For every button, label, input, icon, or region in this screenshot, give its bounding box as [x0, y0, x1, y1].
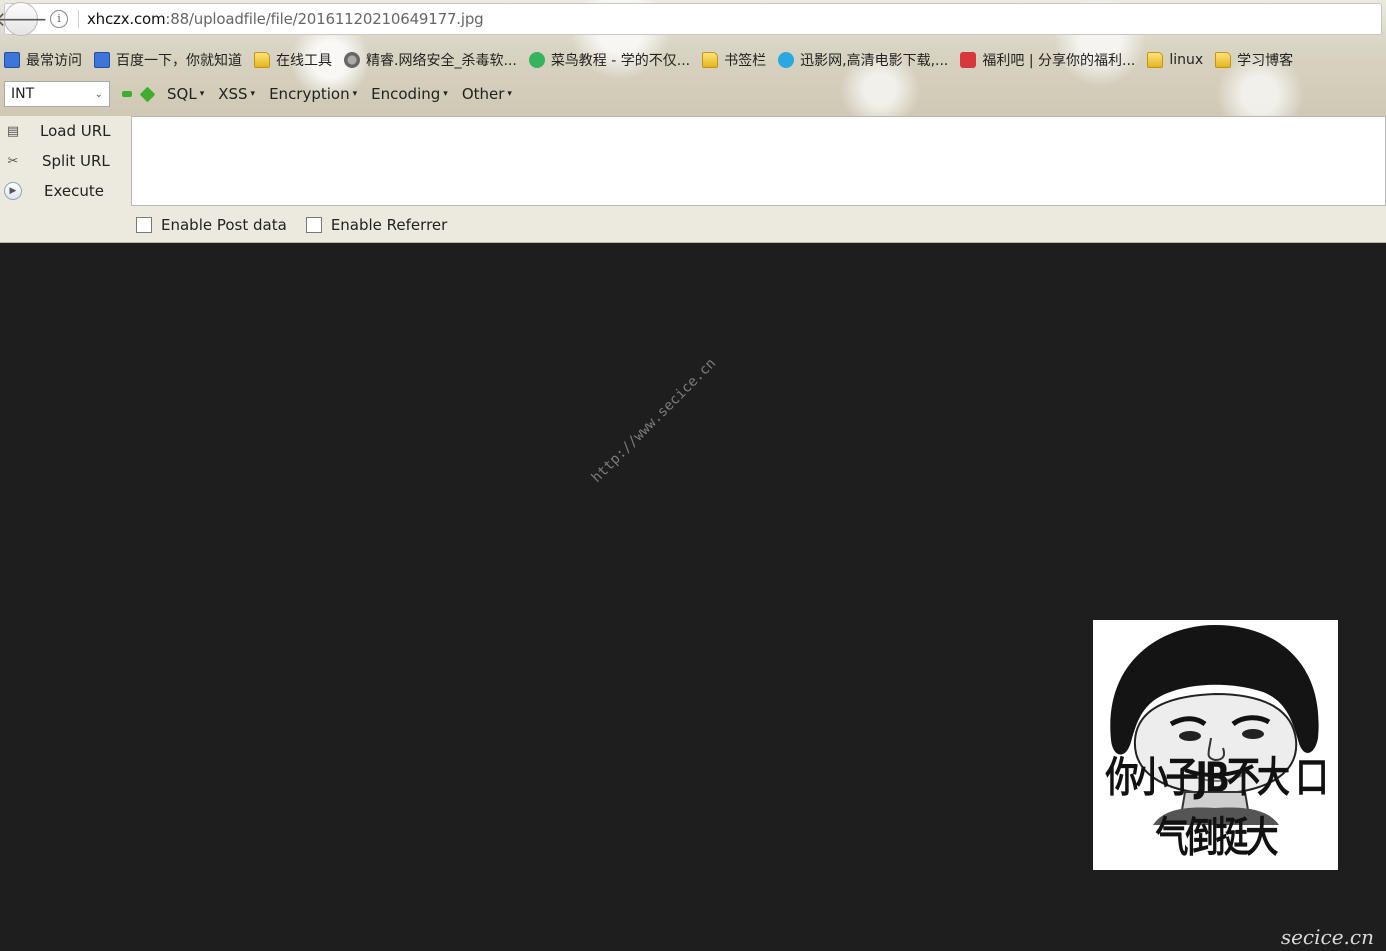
bookmark-item[interactable]: 最常访问 — [4, 50, 82, 70]
caret-down-icon: ▾ — [443, 89, 448, 99]
menu-sql[interactable]: SQL ▾ — [167, 85, 204, 103]
enable-post-label: Enable Post data — [161, 216, 287, 234]
xunying-icon — [778, 52, 795, 68]
bookmark-label: 福利吧 | 分享你的福利... — [982, 53, 1136, 69]
url-text[interactable]: xhczx.com:88/uploadfile/file/20161120210… — [87, 10, 484, 28]
browser-chrome: 🡐 i xhczx.com:88/uploadfile/file/2016112… — [0, 0, 1386, 116]
caret-down-icon: ▾ — [352, 89, 358, 99]
bookmark-label: linux — [1169, 52, 1204, 68]
bookmark-folder[interactable]: 书签栏 — [702, 50, 766, 70]
bookmark-label: 精睿.网络安全_杀毒软... — [366, 53, 517, 69]
bookmark-label: 在线工具 — [276, 53, 332, 69]
bookmark-item[interactable]: 福利吧 | 分享你的福利... — [960, 50, 1135, 70]
chevron-down-icon: ⌄ — [94, 88, 103, 100]
execute-label: Execute — [44, 182, 104, 200]
address-bar[interactable]: 🡐 i xhczx.com:88/uploadfile/file/2016112… — [0, 2, 1382, 36]
folder-icon — [254, 52, 270, 68]
increase-icon[interactable] — [139, 86, 156, 102]
back-button[interactable]: 🡐 — [0, 2, 48, 36]
folder-icon — [1147, 52, 1164, 68]
bookmark-label: 百度一下，你就知道 — [116, 53, 242, 69]
menu-other[interactable]: Other ▾ — [462, 85, 512, 103]
load-url-button[interactable]: ▤ Load URL — [0, 116, 128, 146]
hackbar-url-textarea[interactable] — [131, 116, 1386, 206]
meme-caption: 你小子JB不大 口气倒挺大 — [1105, 752, 1329, 862]
bookmark-item[interactable]: 菜鸟教程 - 学的不仅... — [528, 50, 691, 70]
bookmark-folder[interactable]: 在线工具 — [254, 50, 332, 70]
menu-label: Encoding — [371, 85, 441, 103]
enable-post-checkbox[interactable] — [136, 217, 152, 233]
folder-icon — [1215, 52, 1232, 68]
bookmark-page-icon — [4, 52, 20, 68]
bookmark-label: 菜鸟教程 - 学的不仅... — [550, 53, 691, 69]
url-path: :88/uploadfile/file/20161120210649177.jp… — [165, 10, 484, 28]
bookmark-folder[interactable]: linux — [1147, 52, 1203, 68]
globe-icon — [344, 52, 360, 68]
bookmark-item[interactable]: 百度一下，你就知道 — [94, 50, 242, 70]
bookmark-item[interactable]: 精睿.网络安全_杀毒软... — [344, 50, 517, 70]
caret-down-icon: ▾ — [199, 89, 205, 99]
hackbar-panel: ▤ Load URL ✂ Split URL ▶ Execute Enable … — [0, 116, 1386, 243]
enable-referrer-label: Enable Referrer — [330, 216, 448, 234]
site-watermark: secice.cn — [1280, 925, 1374, 949]
url-host: xhczx.com — [87, 10, 166, 28]
bookmark-folder[interactable]: 学习博客 — [1215, 50, 1293, 70]
menu-label: Encryption — [269, 85, 350, 103]
load-url-label: Load URL — [40, 122, 111, 140]
runoob-icon — [528, 52, 545, 68]
menu-xss[interactable]: XSS ▾ — [218, 85, 255, 103]
split-url-label: Split URL — [42, 152, 110, 170]
enable-referrer-option[interactable]: Enable Referrer — [305, 216, 448, 234]
meme-image: 你小子JB不大 口气倒挺大 — [1093, 620, 1338, 870]
decrease-icon[interactable] — [122, 91, 132, 97]
bookmark-label: 最常访问 — [26, 53, 82, 69]
baidu-paw-icon — [94, 52, 110, 68]
menu-encryption[interactable]: Encryption ▾ — [269, 85, 357, 103]
caret-down-icon: ▾ — [250, 89, 256, 99]
hackbar-actions: ▤ Load URL ✂ Split URL ▶ Execute — [0, 116, 128, 206]
site-info-icon[interactable]: i — [50, 10, 68, 28]
menu-label: Other — [461, 85, 505, 103]
bookmarks-toolbar: 最常访问 百度一下，你就知道 在线工具 精睿.网络安全_杀毒软... 菜鸟教程 … — [0, 45, 1386, 75]
menu-encoding[interactable]: Encoding ▾ — [371, 85, 448, 103]
address-separator — [78, 10, 79, 28]
enable-referrer-checkbox[interactable] — [305, 217, 322, 233]
menu-label: XSS — [218, 85, 248, 103]
scissors-icon: ✂ — [7, 153, 19, 169]
enable-post-option[interactable]: Enable Post data — [136, 216, 287, 234]
bookmark-label: 学习博客 — [1237, 53, 1294, 69]
hackbar-options: Enable Post data Enable Referrer — [136, 216, 466, 234]
fuliba-icon — [960, 52, 977, 68]
load-url-icon: ▤ — [6, 123, 20, 139]
bookmark-label: 迅影网,高清电影下载,... — [800, 53, 949, 69]
menu-label: SQL — [167, 85, 197, 103]
split-url-button[interactable]: ✂ Split URL — [0, 146, 128, 176]
back-arrow-icon: 🡐 — [0, 7, 48, 31]
bookmark-item[interactable]: 迅影网,高清电影下载,... — [778, 50, 948, 70]
play-icon: ▶ — [4, 182, 22, 200]
execute-button[interactable]: ▶ Execute — [0, 176, 128, 206]
caret-down-icon: ▾ — [507, 89, 512, 99]
hackbar-toolbar: INT ⌄ SQL ▾ XSS ▾ Encryption ▾ Encoding ▾ Ot… — [0, 78, 1386, 110]
folder-icon — [702, 52, 719, 68]
type-select[interactable]: INT ⌄ — [4, 81, 110, 107]
bookmark-label: 书签栏 — [724, 53, 767, 69]
type-select-value: INT — [11, 86, 35, 102]
